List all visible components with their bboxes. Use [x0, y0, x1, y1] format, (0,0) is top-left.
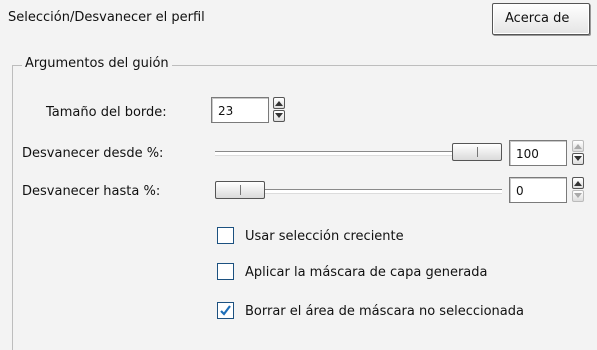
fade-from-label: Desvanecer desde %: [22, 146, 164, 161]
increment-arrow-icon[interactable] [572, 140, 584, 152]
increment-arrow-icon[interactable] [572, 177, 584, 189]
option-label-0[interactable]: Usar selección creciente [245, 229, 404, 244]
decrement-arrow-icon[interactable] [572, 153, 584, 165]
border-size-spinner[interactable] [273, 97, 285, 123]
decrement-arrow-icon[interactable] [273, 110, 285, 122]
fade-from-spinner[interactable] [572, 140, 584, 166]
fade-to-label: Desvanecer hasta %: [22, 184, 161, 199]
option-label-2[interactable]: Borrar el área de máscara no seleccionad… [245, 304, 524, 319]
about-button[interactable]: Acerca de [492, 3, 590, 35]
fade-from-input[interactable]: 100 [509, 140, 567, 166]
option-label-1[interactable]: Aplicar la máscara de capa generada [245, 265, 488, 280]
decrement-arrow-icon[interactable] [572, 190, 584, 202]
dialog-title: Selección/Desvanecer el perfil [8, 10, 205, 25]
fade-from-slider-thumb[interactable] [452, 143, 502, 161]
increment-arrow-icon[interactable] [273, 97, 285, 109]
option-checkbox-0[interactable] [217, 227, 234, 244]
group-title: Argumentos del guión [22, 56, 172, 71]
checkmark-icon [220, 305, 231, 316]
border-size-input[interactable]: 23 [211, 97, 269, 123]
fade-to-input[interactable]: 0 [509, 177, 567, 203]
fade-to-slider-thumb[interactable] [215, 181, 265, 199]
option-checkbox-2[interactable] [217, 302, 234, 319]
option-checkbox-1[interactable] [217, 263, 234, 280]
border-size-label: Tamaño del borde: [46, 105, 167, 120]
fade-to-spinner[interactable] [572, 177, 584, 203]
